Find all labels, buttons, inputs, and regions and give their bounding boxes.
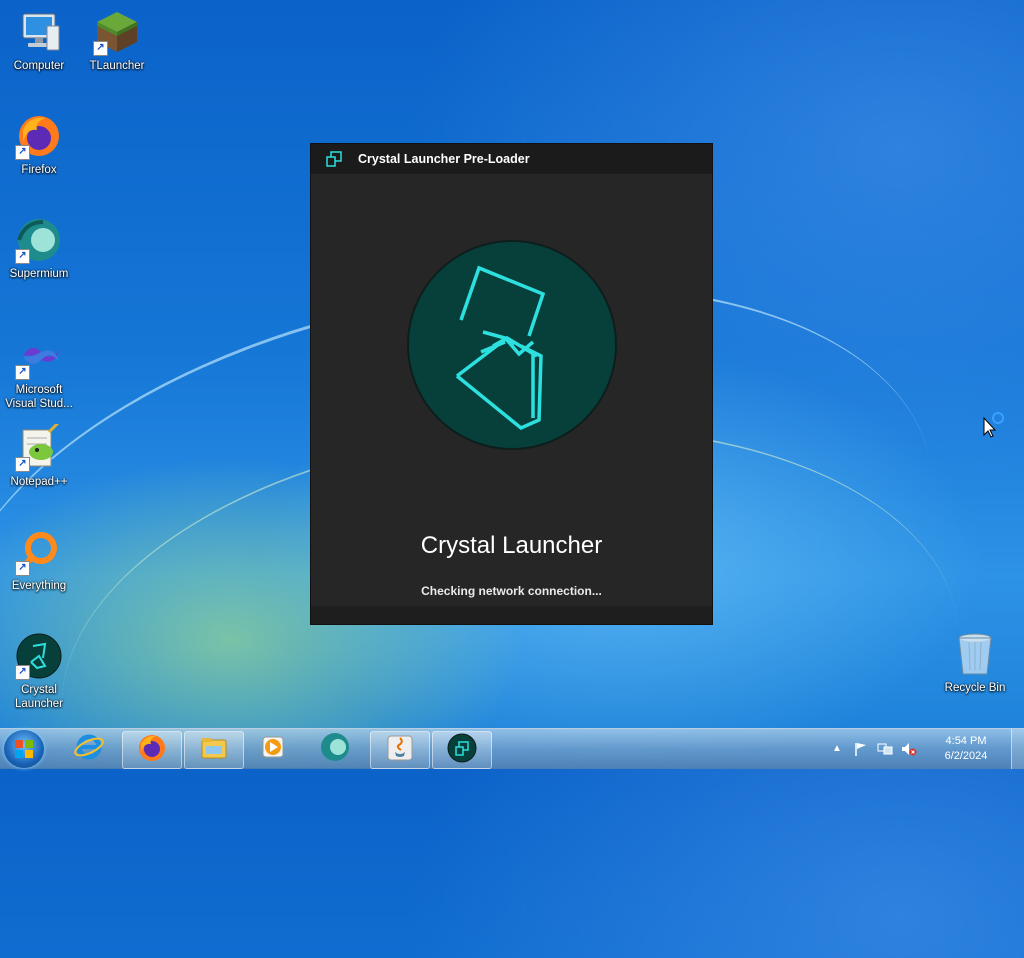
recycle-bin-icon — [951, 630, 999, 678]
desktop-icon-label: Notepad++ — [10, 476, 68, 488]
volume-muted-icon[interactable] — [901, 741, 917, 757]
shortcut-arrow-icon: ↗ — [15, 145, 30, 160]
desktop-icon-everything[interactable]: ↗ Everything — [0, 528, 78, 593]
taskbar-crystal-launcher[interactable] — [432, 731, 492, 769]
preloader-window: Crystal Launcher Pre-Loader Crystal Laun… — [311, 144, 712, 624]
window-titlebar[interactable]: Crystal Launcher Pre-Loader — [311, 144, 712, 174]
shortcut-arrow-icon: ↗ — [93, 41, 108, 56]
busy-cursor-icon — [983, 410, 1007, 438]
visual-studio-icon: ↗ — [15, 332, 63, 380]
desktop-icon-computer[interactable]: Computer — [0, 8, 78, 73]
taskbar-media-player[interactable] — [244, 731, 302, 767]
desktop-icon-tlauncher[interactable]: ↗ TLauncher — [78, 8, 156, 73]
network-icon[interactable] — [877, 741, 893, 757]
shortcut-arrow-icon: ↗ — [15, 365, 30, 380]
taskbar-internet-explorer[interactable] — [60, 731, 118, 767]
app-name: Crystal Launcher — [420, 532, 603, 559]
supermium-icon: ↗ — [15, 216, 63, 264]
show-hidden-icons-icon[interactable]: ▲ — [829, 741, 845, 757]
start-button[interactable] — [4, 730, 44, 768]
window-title: Crystal Launcher Pre-Loader — [358, 152, 530, 166]
taskbar-java[interactable] — [370, 731, 430, 769]
java-icon — [384, 732, 416, 769]
crystal-logo — [409, 242, 615, 448]
desktop-icon-notepad-plus-plus[interactable]: ↗ Notepad++ — [0, 420, 78, 489]
desktop-icon-label: Supermium — [9, 268, 69, 280]
clock-time: 4:54 PM — [945, 735, 987, 747]
taskbar-firefox[interactable] — [122, 731, 182, 769]
internet-explorer-icon — [73, 731, 105, 768]
shortcut-arrow-icon: ↗ — [15, 457, 30, 472]
firefox-icon: ↗ — [15, 112, 63, 160]
minecraft-grass-block-icon: ↗ — [93, 8, 141, 56]
desktop-icon-firefox[interactable]: ↗ Firefox — [0, 112, 78, 177]
desktop-icon-visual-studio[interactable]: ↗ Microsoft Visual Stud... — [0, 332, 78, 411]
window-footer — [311, 606, 712, 624]
computer-icon — [15, 8, 63, 56]
notepad-plus-plus-icon: ↗ — [15, 420, 63, 472]
everything-search-icon: ↗ — [15, 528, 63, 576]
taskbar: ▲ 4:54 PM 6/2/2024 — [0, 728, 1024, 769]
desktop-icon-label: Everything — [11, 580, 67, 592]
taskbar-supermium[interactable] — [306, 731, 364, 767]
media-player-icon — [257, 731, 289, 768]
shortcut-arrow-icon: ↗ — [15, 561, 30, 576]
desktop-icon-label: TLauncher — [89, 60, 145, 72]
file-explorer-icon — [198, 732, 230, 769]
action-center-flag-icon[interactable] — [853, 741, 869, 757]
system-tray: ▲ 4:54 PM 6/2/2024 — [825, 729, 1024, 769]
clock-date: 6/2/2024 — [944, 750, 988, 762]
desktop-icon-label: Crystal Launcher — [15, 684, 63, 710]
desktop-icon-crystal-launcher[interactable]: ↗ Crystal Launcher — [0, 632, 78, 711]
supermium-icon — [319, 731, 351, 768]
shortcut-arrow-icon: ↗ — [15, 249, 30, 264]
crystal-launcher-icon — [325, 149, 345, 169]
desktop-icon-label: Computer — [13, 60, 65, 72]
crystal-launcher-icon: ↗ — [15, 632, 63, 680]
desktop-icon-recycle-bin[interactable]: Recycle Bin — [936, 630, 1014, 695]
loading-status: Checking network connection... — [421, 584, 602, 598]
shortcut-arrow-icon: ↗ — [15, 665, 30, 680]
crystal-launcher-icon — [446, 732, 478, 769]
taskbar-file-explorer[interactable] — [184, 731, 244, 769]
desktop-icon-label: Firefox — [21, 164, 57, 176]
taskbar-clock[interactable]: 4:54 PM 6/2/2024 — [921, 734, 1011, 764]
desktop-icon-label: Recycle Bin — [944, 682, 1006, 694]
firefox-icon — [136, 732, 168, 769]
desktop-icon-supermium[interactable]: ↗ Supermium — [0, 216, 78, 281]
show-desktop-button[interactable] — [1011, 729, 1024, 769]
desktop-icon-label: Microsoft Visual Stud... — [5, 384, 73, 410]
